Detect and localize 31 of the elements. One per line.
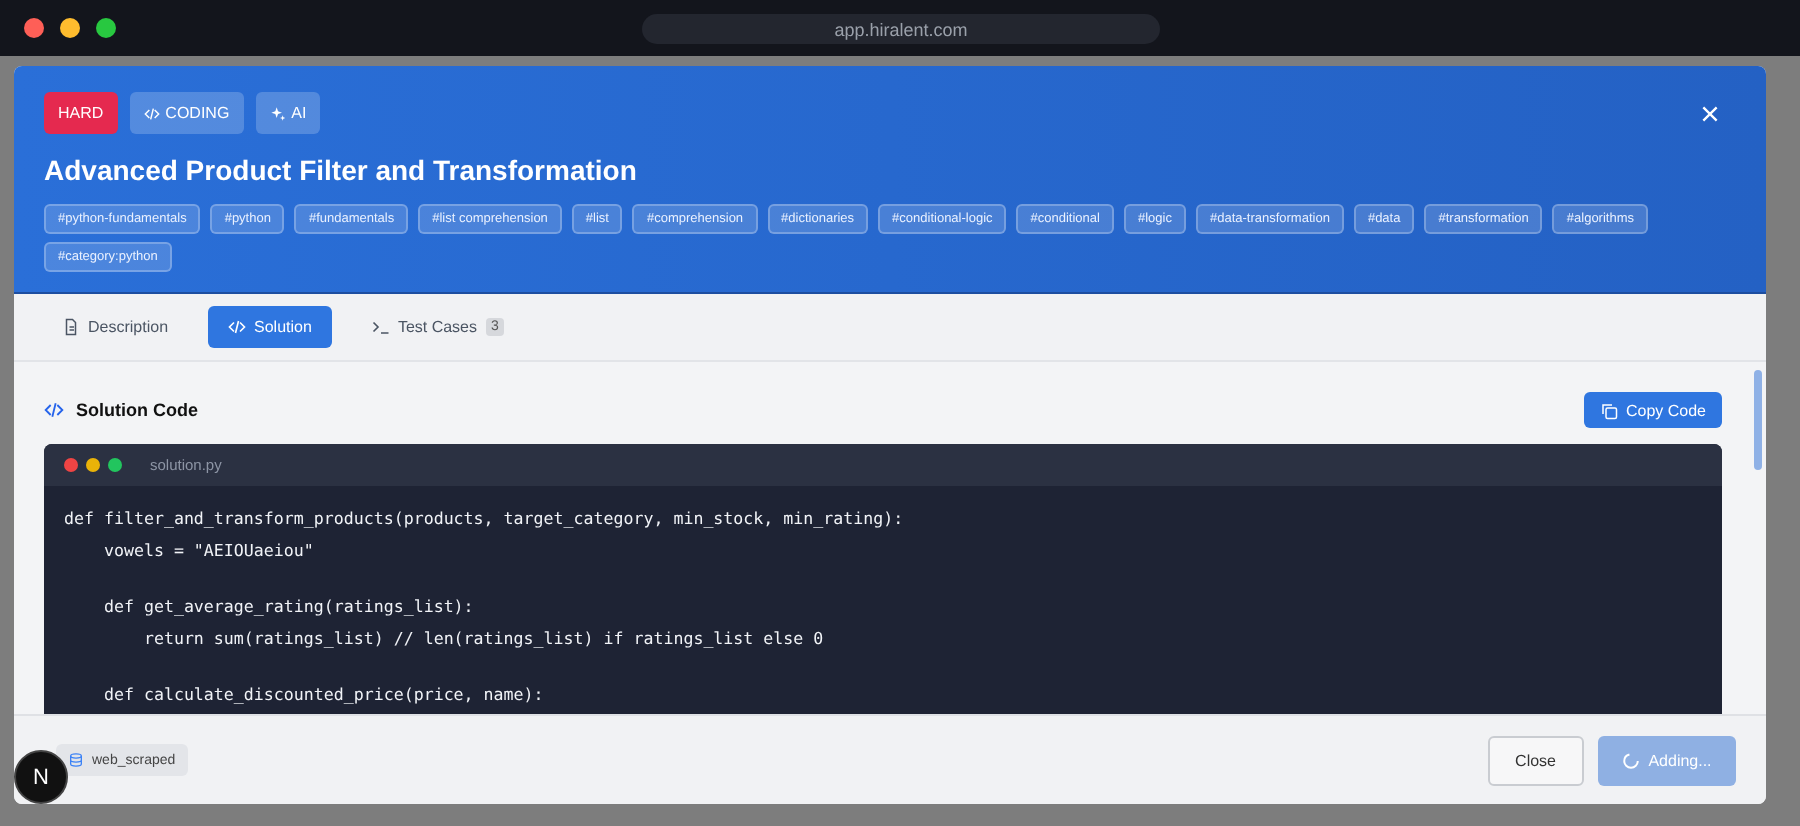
section-heading: Solution Code <box>76 400 198 420</box>
code-icon <box>44 400 64 420</box>
category-badge: HARD <box>44 92 118 134</box>
window-dot <box>64 458 78 472</box>
category-badge: CODING <box>129 92 244 134</box>
code-line: def filter_and_transform_products(products, target_category, min_stock, min_rating): <box>64 506 906 532</box>
copy-code-button[interactable]: Copy Code <box>1583 392 1722 428</box>
copy-icon <box>1599 401 1618 419</box>
sparkle-icon <box>269 105 286 121</box>
document-icon <box>62 318 80 336</box>
database-icon <box>68 752 84 768</box>
minimize-window-dot[interactable] <box>60 18 80 38</box>
code-line: def get_average_rating(ratings_list): <box>101 594 476 620</box>
category-badge: AI <box>255 92 321 134</box>
code-line: vowels = "AEIOUaeiou" <box>101 538 316 564</box>
close-button[interactable]: Close <box>1487 735 1584 785</box>
maximize-window-dot[interactable] <box>96 18 116 38</box>
code-icon <box>143 105 160 121</box>
window-dot <box>108 458 122 472</box>
code-icon <box>228 318 247 336</box>
terminal-icon <box>371 318 390 336</box>
tab[interactable]: Solution <box>208 306 332 348</box>
problem-title: Advanced Product Filter and Transformation <box>44 154 639 186</box>
close-window-dot[interactable] <box>24 18 44 38</box>
code-line: def calculate_discounted_price(price, name): <box>101 682 546 708</box>
address-bar[interactable]: app.hiralent.com <box>642 14 1160 44</box>
spinner-icon <box>1622 751 1641 769</box>
window-dot <box>86 458 100 472</box>
tab[interactable]: Description <box>42 306 189 348</box>
close-icon[interactable] <box>1700 103 1720 123</box>
code-line: return sum(ratings_list) // len(ratings_list) if ratings_list else 0 <box>141 626 826 652</box>
